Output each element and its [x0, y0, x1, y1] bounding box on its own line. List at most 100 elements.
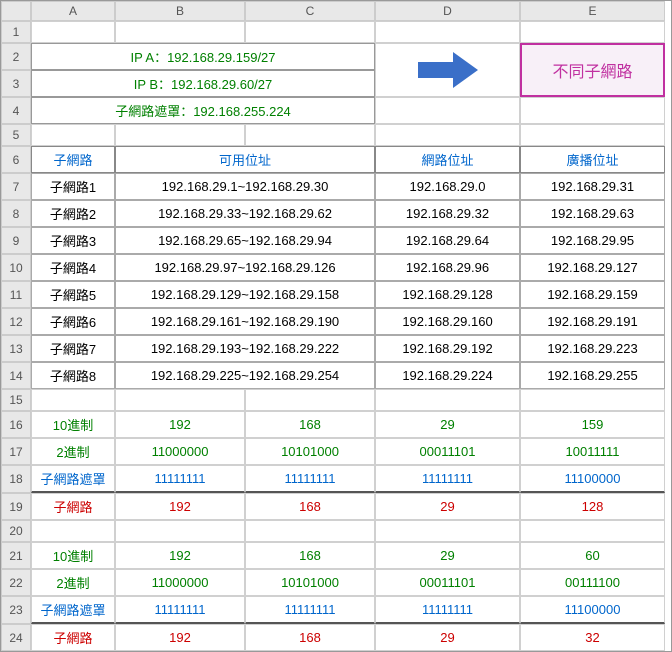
table-row[interactable]: 192.168.29.64: [375, 227, 520, 254]
row-header-21[interactable]: 21: [1, 542, 31, 569]
row-header-9[interactable]: 9: [1, 227, 31, 254]
calc2-sub-2[interactable]: 29: [375, 624, 520, 651]
row-header-3[interactable]: 3: [1, 70, 31, 97]
cell-C5[interactable]: [245, 124, 375, 146]
row-header-2[interactable]: 2: [1, 43, 31, 70]
row-header-11[interactable]: 11: [1, 281, 31, 308]
calc-label-mask[interactable]: 子網路遮罩: [31, 596, 115, 624]
table-row[interactable]: 子網路4: [31, 254, 115, 281]
ip-b-cell[interactable]: IP B：192.168.29.60/27: [31, 70, 375, 97]
calc1-dec-2[interactable]: 29: [375, 411, 520, 438]
table-row[interactable]: 192.168.29.159: [520, 281, 665, 308]
calc1-bin-1[interactable]: 10101000: [245, 438, 375, 465]
table-row[interactable]: 192.168.29.1~192.168.29.30: [115, 173, 375, 200]
calc2-dec-2[interactable]: 29: [375, 542, 520, 569]
col-header-D[interactable]: D: [375, 1, 520, 21]
table-row[interactable]: 子網路6: [31, 308, 115, 335]
cell-B1[interactable]: [115, 21, 245, 43]
row-header-18[interactable]: 18: [1, 465, 31, 493]
calc2-sub-1[interactable]: 168: [245, 624, 375, 651]
table-row[interactable]: 192.168.29.192: [375, 335, 520, 362]
calc1-dec-1[interactable]: 168: [245, 411, 375, 438]
row-header-10[interactable]: 10: [1, 254, 31, 281]
row-header-7[interactable]: 7: [1, 173, 31, 200]
th-subnet[interactable]: 子網路: [31, 146, 115, 173]
table-row[interactable]: 子網路7: [31, 335, 115, 362]
calc1-sub-0[interactable]: 192: [115, 493, 245, 520]
mask-cell[interactable]: 子網路遮罩：192.168.255.224: [31, 97, 375, 124]
cell-B15[interactable]: [115, 389, 245, 411]
th-usable[interactable]: 可用位址: [115, 146, 375, 173]
calc1-sub-1[interactable]: 168: [245, 493, 375, 520]
calc-label-mask[interactable]: 子網路遮罩: [31, 465, 115, 493]
cell-C1[interactable]: [245, 21, 375, 43]
cell-D4[interactable]: [375, 97, 520, 124]
calc1-bin-0[interactable]: 11000000: [115, 438, 245, 465]
table-row[interactable]: 192.168.29.161~192.168.29.190: [115, 308, 375, 335]
col-header-C[interactable]: C: [245, 1, 375, 21]
row-header-6[interactable]: 6: [1, 146, 31, 173]
result-box[interactable]: 不同子網路: [520, 43, 665, 97]
calc2-mask-2[interactable]: 11111111: [375, 596, 520, 624]
calc2-mask-3[interactable]: 11100000: [520, 596, 665, 624]
row-header-13[interactable]: 13: [1, 335, 31, 362]
calc2-dec-0[interactable]: 192: [115, 542, 245, 569]
row-header-20[interactable]: 20: [1, 520, 31, 542]
calc2-sub-0[interactable]: 192: [115, 624, 245, 651]
table-row[interactable]: 192.168.29.224: [375, 362, 520, 389]
calc1-bin-2[interactable]: 00011101: [375, 438, 520, 465]
cell-A5[interactable]: [31, 124, 115, 146]
calc1-mask-1[interactable]: 11111111: [245, 465, 375, 493]
table-row[interactable]: 192.168.29.223: [520, 335, 665, 362]
table-row[interactable]: 192.168.29.31: [520, 173, 665, 200]
calc2-mask-1[interactable]: 11111111: [245, 596, 375, 624]
ip-a-cell[interactable]: IP A：192.168.29.159/27: [31, 43, 375, 70]
cell-A15[interactable]: [31, 389, 115, 411]
row-header-14[interactable]: 14: [1, 362, 31, 389]
row-header-4[interactable]: 4: [1, 97, 31, 124]
table-row[interactable]: 192.168.29.97~192.168.29.126: [115, 254, 375, 281]
calc1-bin-3[interactable]: 10011111: [520, 438, 665, 465]
cell-A1[interactable]: [31, 21, 115, 43]
th-network[interactable]: 網路位址: [375, 146, 520, 173]
cell-D20[interactable]: [375, 520, 520, 542]
calc1-mask-2[interactable]: 11111111: [375, 465, 520, 493]
cell-E20[interactable]: [520, 520, 665, 542]
calc-label-bin[interactable]: 2進制: [31, 569, 115, 596]
row-header-17[interactable]: 17: [1, 438, 31, 465]
cell-A20[interactable]: [31, 520, 115, 542]
row-header-23[interactable]: 23: [1, 596, 31, 624]
table-row[interactable]: 192.168.29.225~192.168.29.254: [115, 362, 375, 389]
cell-E1[interactable]: [520, 21, 665, 43]
row-header-24[interactable]: 24: [1, 624, 31, 651]
calc-label-dec[interactable]: 10進制: [31, 411, 115, 438]
calc2-bin-1[interactable]: 10101000: [245, 569, 375, 596]
table-row[interactable]: 192.168.29.193~192.168.29.222: [115, 335, 375, 362]
cell-D15[interactable]: [375, 389, 520, 411]
calc2-bin-3[interactable]: 00111100: [520, 569, 665, 596]
calc1-mask-3[interactable]: 11100000: [520, 465, 665, 493]
table-row[interactable]: 子網路8: [31, 362, 115, 389]
table-row[interactable]: 子網路2: [31, 200, 115, 227]
table-row[interactable]: 192.168.29.191: [520, 308, 665, 335]
row-header-12[interactable]: 12: [1, 308, 31, 335]
cell-B5[interactable]: [115, 124, 245, 146]
row-header-16[interactable]: 16: [1, 411, 31, 438]
calc1-dec-0[interactable]: 192: [115, 411, 245, 438]
calc2-sub-3[interactable]: 32: [520, 624, 665, 651]
row-header-8[interactable]: 8: [1, 200, 31, 227]
cell-E4[interactable]: [520, 97, 665, 124]
table-row[interactable]: 192.168.29.128: [375, 281, 520, 308]
calc1-mask-0[interactable]: 11111111: [115, 465, 245, 493]
cell-B20[interactable]: [115, 520, 245, 542]
calc1-sub-2[interactable]: 29: [375, 493, 520, 520]
cell-E15[interactable]: [520, 389, 665, 411]
calc2-bin-2[interactable]: 00011101: [375, 569, 520, 596]
table-row[interactable]: 192.168.29.0: [375, 173, 520, 200]
col-header-A[interactable]: A: [31, 1, 115, 21]
cell-E5[interactable]: [520, 124, 665, 146]
cell-D5[interactable]: [375, 124, 520, 146]
th-broadcast[interactable]: 廣播位址: [520, 146, 665, 173]
calc-label-dec[interactable]: 10進制: [31, 542, 115, 569]
table-row[interactable]: 子網路5: [31, 281, 115, 308]
